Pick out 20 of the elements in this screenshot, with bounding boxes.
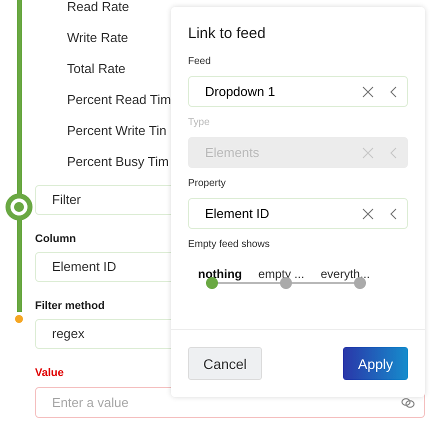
dropdown-field[interactable]: Dropdown 1 [188,76,408,107]
popup-title: Link to feed [188,25,266,42]
field-label: Empty feed shows [188,239,270,250]
field-label: Column [35,233,76,245]
value-field[interactable]: Enter a value [35,387,425,418]
slider-option[interactable]: nothing [198,267,242,281]
apply-button[interactable]: Apply [343,347,408,380]
cancel-button[interactable]: Cancel [188,347,262,380]
field-label: Filter method [35,300,105,312]
dropdown-field[interactable]: Element ID [188,198,408,229]
clear-icon[interactable] [362,86,374,98]
link-icon [401,397,415,409]
slider-option[interactable]: everyth... [320,267,370,281]
chevron-icon[interactable] [390,208,397,220]
field-label: Feed [188,56,211,67]
clear-icon[interactable] [362,208,374,220]
field-label: Value [35,367,64,379]
field-label: Type [188,117,210,128]
chevron-icon[interactable] [390,86,397,98]
slider-option[interactable]: empty ... [258,267,304,281]
